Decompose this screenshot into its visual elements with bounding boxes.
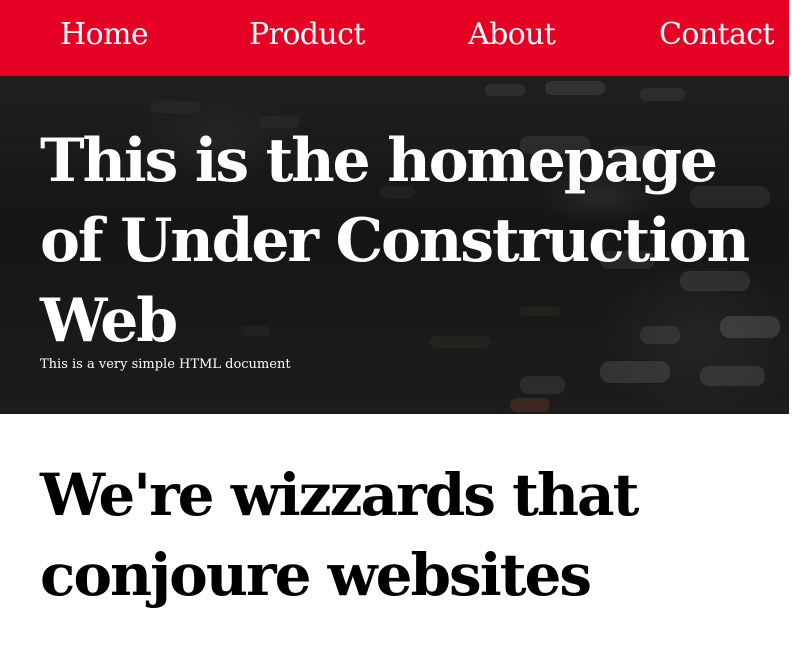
nav-link-contact[interactable]: Contact [659,13,775,57]
section-heading: We're wizzards that conjoure websites [40,461,639,609]
hero-title: This is the homepage of Under Constructi… [40,126,750,356]
nav-link-home[interactable]: Home [60,13,149,57]
nav-link-about[interactable]: About [468,13,556,57]
nav-link-product[interactable]: Product [249,13,365,57]
hero-banner: This is the homepage of Under Constructi… [0,76,789,414]
hero-subtitle: This is a very simple HTML document [40,357,291,372]
main-navigation: Home Product About Contact [0,0,789,76]
